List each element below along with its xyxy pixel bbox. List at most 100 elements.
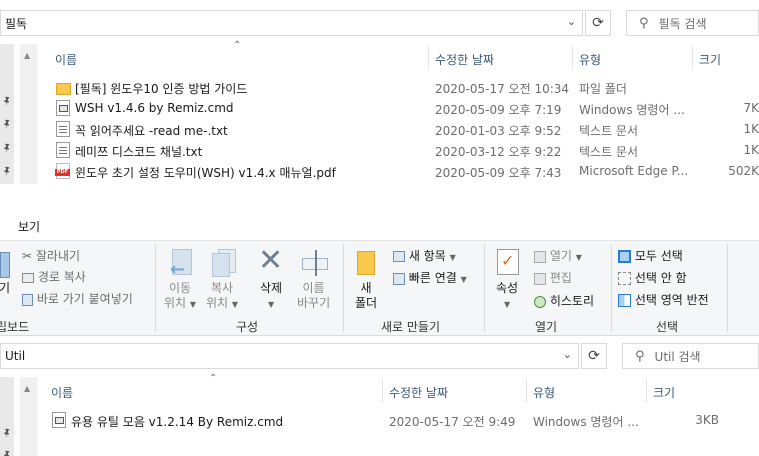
invert-selection-button[interactable]: 선택 영역 반전 [618, 291, 709, 308]
move-to-icon[interactable]: ← [170, 249, 196, 280]
file-row[interactable]: 유용 유틸 모음 v1.2.14 By Remiz.cmd 2020-05-17 … [0, 410, 759, 431]
file-name: [필독] 윈도우10 인증 방법 가이드 [75, 82, 248, 96]
history-label: 히스토리 [549, 294, 594, 308]
delete-x-icon[interactable]: ✕ [258, 246, 283, 276]
file-type: Microsoft Edge P... [579, 164, 689, 178]
file-date: 2020-05-09 오후 7:43 [435, 166, 562, 180]
rename-icon[interactable] [302, 250, 330, 276]
pdf-file-icon: PDF [55, 163, 70, 179]
invert-selection-label: 선택 영역 반전 [634, 293, 709, 307]
column-header-date[interactable]: 수정한 날짜 [435, 51, 494, 68]
search-icon: ⚲ [639, 15, 649, 31]
column-header-date[interactable]: 수정한 날짜 [389, 384, 448, 401]
file-size: 1K [743, 143, 759, 157]
refresh-button-util[interactable]: ⟳ [581, 343, 607, 369]
copy-to-label-1: 복사 [210, 281, 234, 295]
select-all-button[interactable]: 모두 선택 [618, 247, 683, 264]
file-row[interactable]: 꼭 읽어주세요 -read me-.txt 2020-01-03 오후 9:52 텍… [0, 119, 759, 140]
column-header-size[interactable]: 크기 [653, 384, 675, 401]
properties-icon[interactable]: ✓ [497, 249, 519, 275]
select-none-label: 선택 안 함 [634, 271, 687, 285]
copy-to-icon[interactable] [212, 249, 238, 277]
column-header-type[interactable]: 유형 [579, 51, 601, 68]
select-all-icon [618, 250, 631, 263]
file-date: 2020-01-03 오후 9:52 [435, 124, 562, 138]
address-text-util: Util [5, 349, 26, 363]
file-date: 2020-05-17 오전 10:34 [435, 82, 570, 96]
edit-icon [534, 272, 546, 285]
chevron-down-icon[interactable]: ⌄ [567, 15, 576, 28]
group-label-new: 새로 만들기 [381, 320, 441, 334]
file-row[interactable]: WSH v1.4.6 by Remiz.cmd 2020-05-09 오후 7:1… [0, 98, 759, 119]
edit-button[interactable]: 편집 [534, 269, 572, 286]
file-name: WSH v1.4.6 by Remiz.cmd [75, 101, 234, 115]
rename-label-2: 바꾸기 [297, 296, 331, 310]
properties-label: 속성 [496, 281, 519, 295]
cut-button[interactable]: ✂ 잘라내기 [22, 247, 80, 264]
file-name: 윈도우 초기 설정 도우미(WSH) v1.4.x 매뉴얼.pdf [75, 166, 336, 180]
move-to-button[interactable]: 이동 위치 ▼ [164, 281, 196, 312]
scroll-up-icon[interactable]: ▲ [24, 384, 30, 393]
select-none-button[interactable]: 선택 안 함 [618, 269, 687, 286]
delete-label: 삭제 [260, 281, 283, 295]
file-row[interactable]: [필독] 윈도우10 인증 방법 가이드 2020-05-17 오전 10:34 파… [0, 77, 759, 98]
paste-shortcut-button[interactable]: 바로 가기 붙여넣기 [22, 290, 133, 307]
group-label-open: 열기 [535, 320, 558, 334]
file-size: 502K [728, 164, 759, 178]
tab-view[interactable]: 보기 [18, 218, 40, 235]
history-button[interactable]: 히스토리 [534, 292, 594, 309]
easy-access-button[interactable]: 빠른 연결 ▼ [393, 269, 467, 286]
file-type: 파일 폴더 [579, 82, 627, 96]
search-input-util[interactable]: ⚲ Util 검색 [622, 343, 759, 369]
paste-icon[interactable] [0, 252, 10, 278]
scroll-up-icon[interactable]: ▲ [24, 51, 30, 60]
move-to-label-1: 이동 [168, 281, 192, 295]
copy-to-button[interactable]: 복사 위치 ▼ [206, 281, 238, 312]
file-size: 3KB [695, 413, 719, 427]
delete-button[interactable]: 삭제 ▼ [260, 281, 282, 312]
folder-icon [56, 83, 71, 95]
open-icon [534, 250, 546, 263]
file-row[interactable]: 레미쯔 디스코드 채널.txt 2020-03-12 오후 9:22 텍스트 문서 1… [0, 140, 759, 161]
properties-button[interactable]: 속성 ▼ [496, 281, 518, 312]
column-header-type[interactable]: 유형 [533, 384, 555, 401]
cmd-file-icon [52, 412, 66, 428]
open-label: 열기 [549, 249, 572, 263]
chevron-down-icon[interactable]: ⌄ [563, 348, 572, 361]
column-header-name[interactable]: 이름 [55, 51, 77, 68]
file-name: 꼭 읽어주세요 -read me-.txt [75, 124, 228, 138]
file-date: 2020-03-12 오후 9:22 [435, 145, 562, 159]
file-name: 유용 유틸 모음 v1.2.14 By Remiz.cmd [71, 415, 284, 429]
copy-to-label-2: 위치 [206, 296, 229, 310]
history-icon [534, 295, 546, 308]
paste-shortcut-icon [22, 293, 33, 306]
new-item-label: 새 항목 [408, 249, 446, 263]
refresh-button[interactable]: ⟳ [585, 10, 611, 36]
file-row[interactable]: PDF 윈도우 초기 설정 도우미(WSH) v1.4.x 매뉴얼.pdf 2020… [0, 161, 759, 182]
address-text: 필독 [5, 16, 28, 31]
search-input[interactable]: ⚲ 필독 검색 [626, 10, 759, 36]
search-placeholder-util: Util 검색 [654, 349, 701, 364]
file-name: 레미쯔 디스코드 채널.txt [75, 145, 203, 159]
file-type: 텍스트 문서 [579, 145, 639, 159]
move-to-label-2: 위치 [164, 296, 187, 310]
group-label-select: 선택 [656, 320, 679, 334]
cut-label: 잘라내기 [35, 249, 81, 263]
new-item-button[interactable]: 새 항목 ▼ [393, 247, 456, 264]
paste-button-label[interactable]: 넣기 [0, 281, 10, 296]
column-header-size[interactable]: 크기 [699, 51, 721, 68]
copy-path-button[interactable]: 경로 복사 [22, 268, 86, 285]
sort-ascending-icon: ⌃ [233, 40, 242, 51]
address-bar[interactable]: 필독 ⌄ [0, 10, 583, 36]
column-header-name[interactable]: 이름 [51, 384, 73, 401]
new-folder-icon[interactable] [357, 251, 375, 275]
new-folder-button[interactable]: 새 폴더 [355, 281, 377, 311]
address-bar-util[interactable]: Util ⌄ [0, 343, 579, 369]
group-label-organize: 구성 [236, 320, 259, 334]
new-folder-label-1: 새 [360, 281, 372, 295]
scissors-icon: ✂ [22, 249, 33, 263]
open-button[interactable]: 열기 ▼ [534, 247, 582, 264]
file-date: 2020-05-17 오전 9:49 [389, 415, 516, 429]
paste-shortcut-label: 바로 가기 붙여넣기 [36, 292, 133, 306]
rename-button[interactable]: 이름 바꾸기 [297, 281, 330, 311]
